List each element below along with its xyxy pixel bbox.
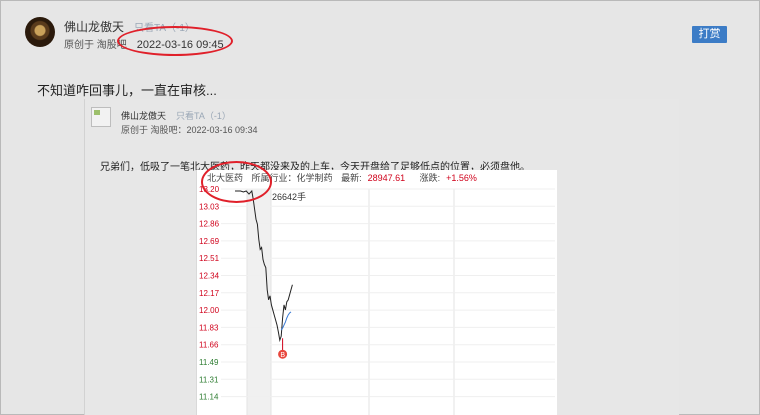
quoted-author[interactable]: 佛山龙傲天	[121, 109, 166, 122]
chart-shaded-region	[247, 189, 271, 415]
tip-button[interactable]: 打赏	[692, 26, 727, 43]
y-tick-label: 11.49	[199, 358, 219, 367]
y-tick-label: 12.00	[199, 306, 220, 315]
chart-canvas: 13.2013.0312.8612.6912.5112.3412.1712.00…	[199, 185, 555, 415]
red-annotation-date	[117, 26, 233, 56]
avatar[interactable]	[25, 17, 55, 47]
volume-label: 26642手	[272, 191, 306, 202]
y-tick-label: 11.83	[199, 323, 219, 332]
y-tick-label: 13.03	[199, 202, 220, 211]
author-name[interactable]: 佛山龙傲天	[64, 18, 124, 35]
y-tick-label: 12.17	[199, 289, 220, 298]
y-tick-label: 11.31	[199, 375, 219, 384]
quoted-avatar-image-icon[interactable]	[91, 107, 111, 127]
y-tick-label: 12.51	[199, 254, 220, 263]
y-tick-label: 11.14	[199, 393, 219, 402]
y-tick-label: 12.34	[199, 272, 220, 281]
y-tick-label: 12.69	[199, 237, 220, 246]
quoted-only-ta-link[interactable]: 只看TA（-1）	[176, 109, 231, 122]
stock-chart: 北大医药 所属行业：化学制药 最新: 28947.61 涨跌: +1.56% 13.…	[196, 170, 557, 415]
post-text: 不知道咋回事儿，一直在审核...	[37, 83, 217, 98]
quoted-meta: 原创于 淘股吧：2022-03-16 09:34	[121, 125, 258, 135]
y-tick-label: 11.66	[199, 341, 219, 350]
buy-marker-label: B	[280, 352, 285, 359]
red-annotation-stock	[201, 161, 272, 203]
y-tick-label: 12.86	[199, 220, 220, 229]
